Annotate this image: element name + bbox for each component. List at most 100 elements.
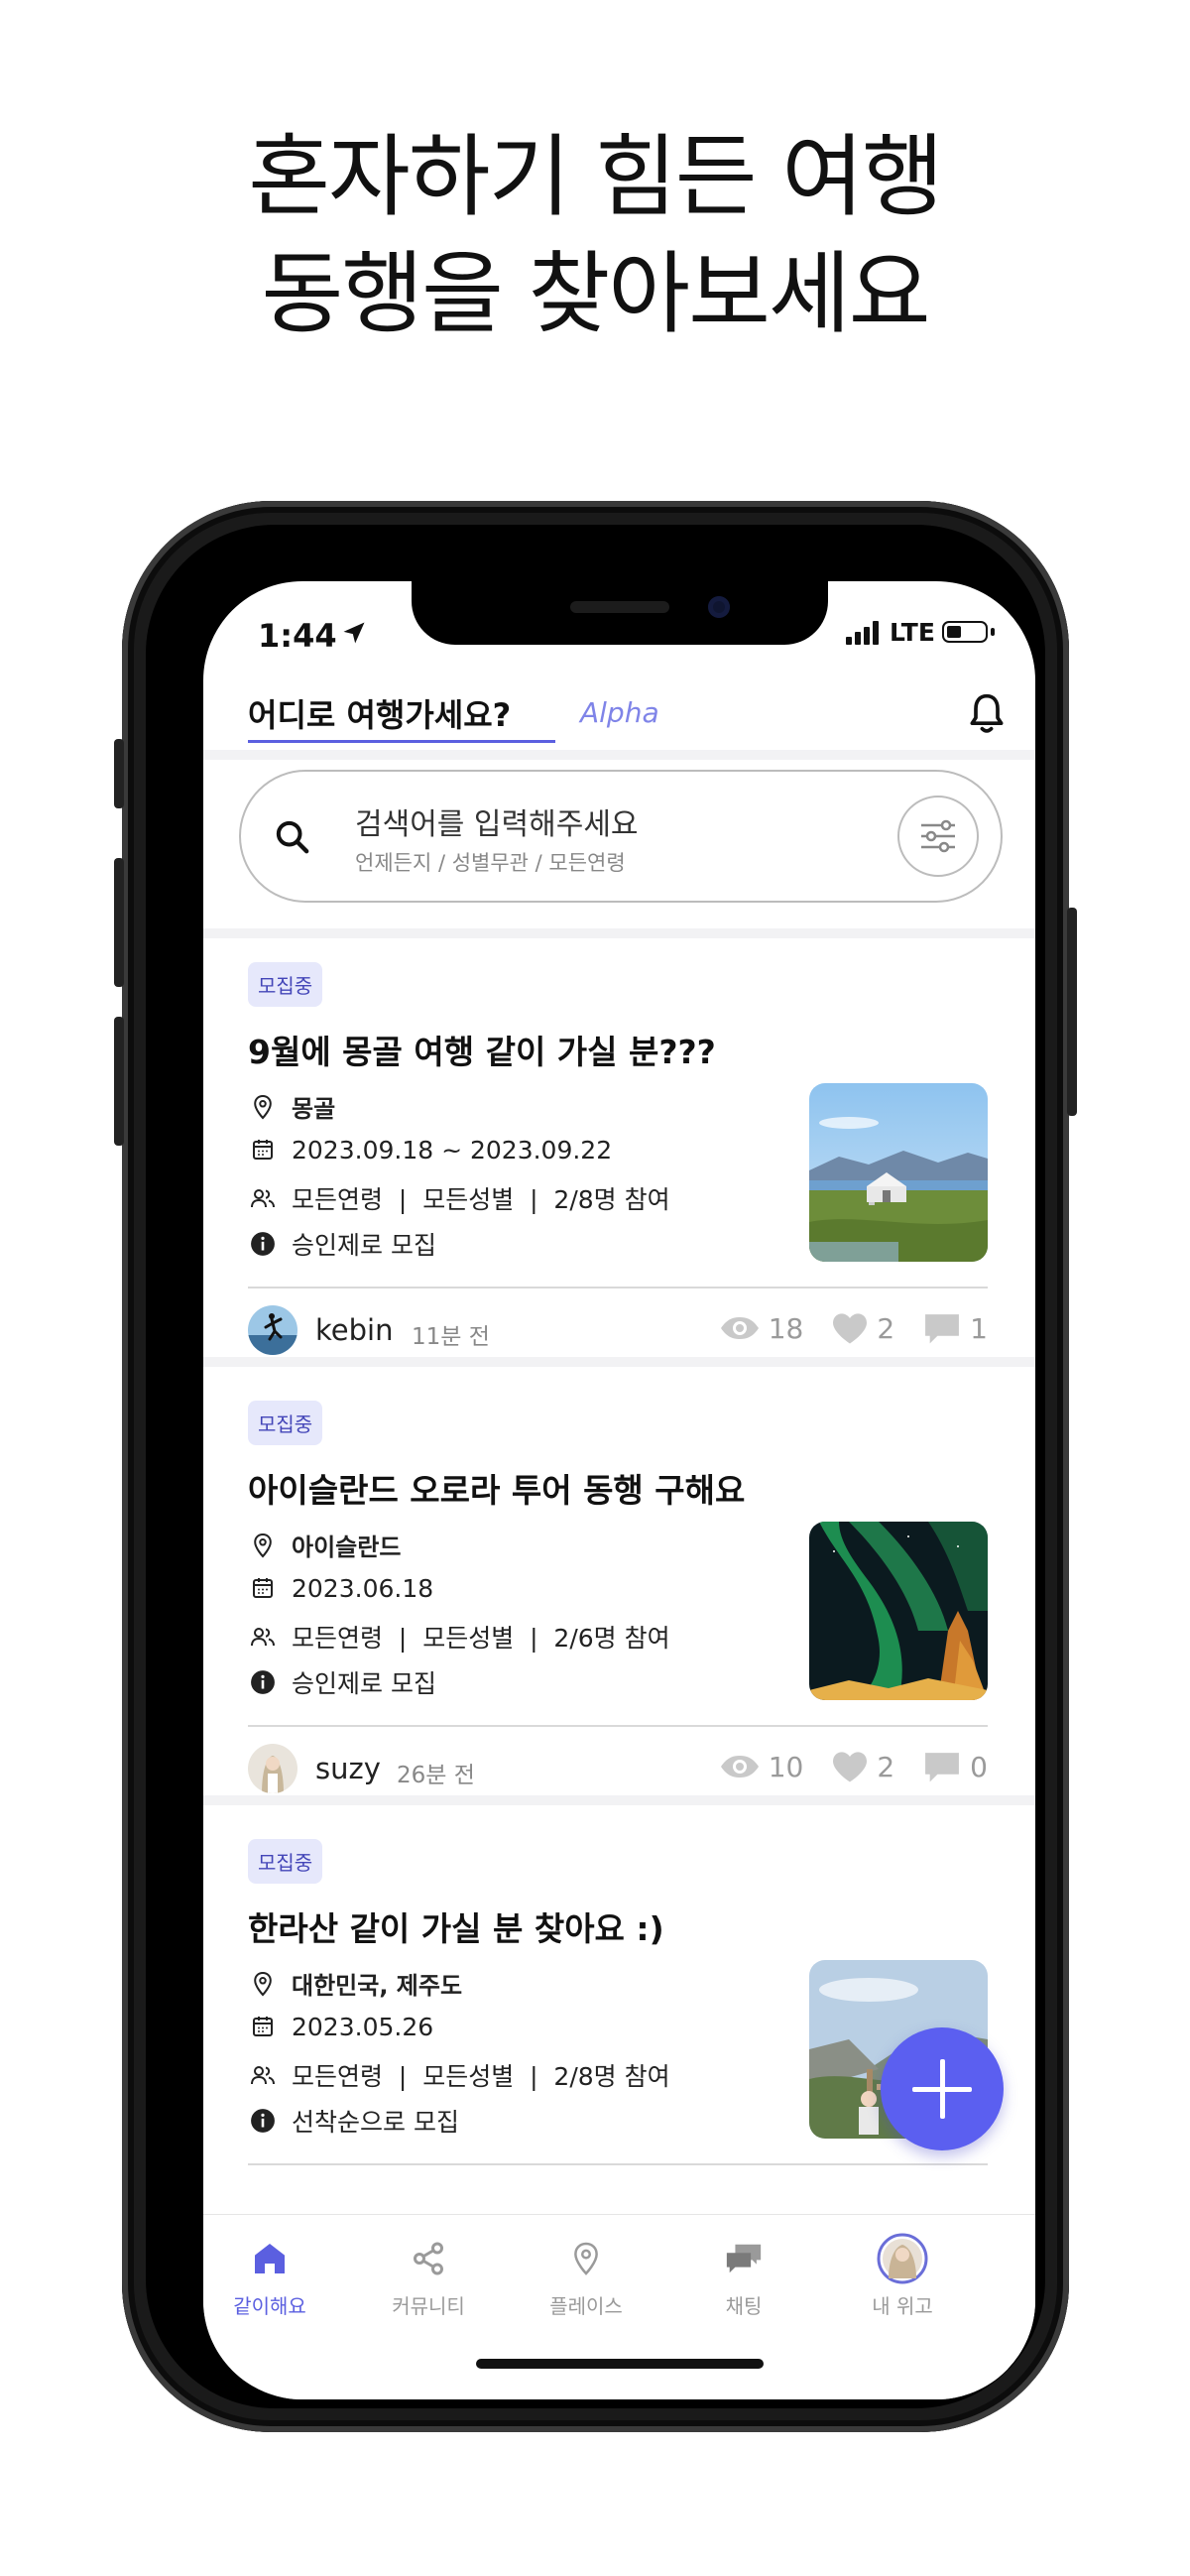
likes-count: 2 xyxy=(877,1750,895,1783)
author-row: kebin 11분 전 18 2 1 xyxy=(248,1305,988,1359)
location-text: 몽골 xyxy=(292,1095,336,1123)
recruit-text: 선착순으로 모집 xyxy=(292,2108,459,2137)
phone-frame: 1:44 LTE 어디로 여행가세요? Alpha 검색어를 입력해주세요 언제… xyxy=(114,501,1077,2432)
comments-count: 1 xyxy=(970,1311,988,1345)
search-bar[interactable]: 검색어를 입력해주세요 언제든지 / 성별무관 / 모든연령 xyxy=(239,770,1003,903)
divider xyxy=(248,1287,988,1288)
people-icon xyxy=(251,1189,275,1208)
side-button-volume-down xyxy=(114,1017,124,1146)
post-conditions: 모든연령 | 모든성별 | 2/8명 참여 xyxy=(248,2057,670,2093)
search-filter-summary: 언제든지 / 성별무관 / 모든연령 xyxy=(355,851,626,875)
post-dates: 2023.05.26 xyxy=(248,2012,433,2041)
post-card[interactable]: 모집중 한라산 같이 가실 분 찾아요 :) 대한민국, 제주도 2023.05… xyxy=(203,1821,1035,2234)
mongolia-photo xyxy=(809,1083,988,1262)
sliders-icon xyxy=(921,819,955,853)
divider xyxy=(203,1795,1035,1805)
promo-headline: 혼자하기 힘든 여행 동행을 찾아보세요 xyxy=(0,119,1190,353)
heart-icon[interactable] xyxy=(831,1311,869,1345)
dates-text: 2023.05.26 xyxy=(292,2012,434,2041)
views-count: 18 xyxy=(768,1311,804,1345)
create-post-button[interactable] xyxy=(881,2027,1004,2150)
app-screen: 1:44 LTE 어디로 여행가세요? Alpha 검색어를 입력해주세요 언제… xyxy=(203,581,1035,2399)
tab-my-wego[interactable]: 내 위고 xyxy=(838,2233,967,2319)
home-indicator[interactable] xyxy=(476,2359,764,2369)
filter-button[interactable] xyxy=(897,796,979,877)
author-avatar-image xyxy=(248,1305,298,1355)
dates-text: 2023.06.18 xyxy=(292,1573,434,1603)
info-icon xyxy=(251,1232,275,1256)
conditions-text: 모든연령 | 모든성별 | 2/8명 참여 xyxy=(292,1185,670,1214)
location-text: 아이슬란드 xyxy=(292,1533,402,1561)
post-stats: 18 2 1 xyxy=(691,1311,988,1345)
conditions-text: 모든연령 | 모든성별 | 2/8명 참여 xyxy=(292,2062,670,2091)
post-conditions: 모든연령 | 모든성별 | 2/8명 참여 xyxy=(248,1180,670,1216)
aurora-photo xyxy=(809,1522,988,1700)
comment-icon[interactable] xyxy=(922,1750,962,1783)
avatar[interactable] xyxy=(248,1305,298,1355)
divider xyxy=(248,2163,988,2165)
recruit-text: 승인제로 모집 xyxy=(292,1231,436,1260)
people-icon xyxy=(251,1628,275,1647)
post-recruit-type: 선착순으로 모집 xyxy=(248,2103,459,2139)
calendar-icon xyxy=(253,1140,273,1160)
divider xyxy=(203,1357,1035,1367)
author-name[interactable]: suzy xyxy=(315,1752,381,1785)
phone-bezel: 1:44 LTE 어디로 여행가세요? Alpha 검색어를 입력해주세요 언제… xyxy=(146,525,1045,2408)
search-input[interactable]: 검색어를 입력해주세요 xyxy=(355,799,639,843)
tab-place[interactable]: 플레이스 xyxy=(522,2235,651,2319)
map-pin-icon xyxy=(254,1533,272,1557)
tab-chat[interactable]: 채팅 xyxy=(679,2235,808,2319)
post-time: 26분 전 xyxy=(397,1763,475,1788)
post-thumbnail[interactable] xyxy=(809,1522,988,1700)
notch xyxy=(412,581,828,645)
post-thumbnail[interactable] xyxy=(809,1083,988,1262)
headline-line-2: 동행을 찾아보세요 xyxy=(261,242,930,346)
people-icon xyxy=(251,2066,275,2085)
title-underline xyxy=(248,740,555,743)
post-location: 대한민국, 제주도 xyxy=(248,1966,462,2001)
avatar[interactable] xyxy=(248,1744,298,1793)
calendar-icon xyxy=(253,2017,273,2036)
post-conditions: 모든연령 | 모든성별 | 2/6명 참여 xyxy=(248,1619,670,1655)
post-card[interactable]: 모집중 아이슬란드 오로라 투어 동행 구해요 아이슬란드 2023.06.18… xyxy=(203,1383,1035,1795)
post-time: 11분 전 xyxy=(412,1324,490,1350)
tab-label: 내 위고 xyxy=(872,2294,933,2318)
speaker xyxy=(570,601,669,613)
battery-cap xyxy=(991,628,995,636)
likes-count: 2 xyxy=(877,1311,895,1345)
info-icon xyxy=(251,2109,275,2133)
side-button-mute xyxy=(114,739,124,808)
heart-icon[interactable] xyxy=(831,1750,869,1783)
author-name[interactable]: kebin xyxy=(315,1313,393,1347)
location-arrow-icon xyxy=(343,622,365,644)
tab-label: 채팅 xyxy=(725,2294,763,2318)
views-count: 10 xyxy=(768,1750,804,1783)
post-title[interactable]: 아이슬란드 오로라 투어 동행 구해요 xyxy=(248,1464,745,1512)
post-title[interactable]: 한라산 같이 가실 분 찾아요 :) xyxy=(248,1902,664,1950)
side-button-volume-up xyxy=(114,858,124,987)
status-badge: 모집중 xyxy=(248,962,323,1007)
divider xyxy=(203,750,1035,760)
post-location: 아이슬란드 xyxy=(248,1528,401,1562)
post-recruit-type: 승인제로 모집 xyxy=(248,1226,436,1262)
eye-icon xyxy=(720,1317,759,1339)
post-recruit-type: 승인제로 모집 xyxy=(248,1664,436,1700)
comment-icon[interactable] xyxy=(922,1311,962,1345)
alpha-label: Alpha xyxy=(580,696,659,729)
tab-community[interactable]: 커뮤니티 xyxy=(364,2235,493,2319)
search-icon xyxy=(276,820,309,854)
post-dates: 2023.09.18 ~ 2023.09.22 xyxy=(248,1135,612,1165)
bell-icon[interactable] xyxy=(965,690,1009,738)
side-button-power xyxy=(1067,908,1077,1116)
author-avatar-image xyxy=(248,1744,298,1793)
chat-icon xyxy=(726,2244,762,2273)
avatar xyxy=(877,2233,928,2284)
post-location: 몽골 xyxy=(248,1089,335,1124)
map-pin-icon xyxy=(254,1971,272,1996)
home-icon xyxy=(255,2244,285,2273)
post-title[interactable]: 9월에 몽골 여행 같이 가실 분??? xyxy=(248,1026,716,1073)
tab-together[interactable]: 같이해요 xyxy=(205,2235,334,2319)
post-card[interactable]: 모집중 9월에 몽골 여행 같이 가실 분??? 몽골 2023.09.18 ~… xyxy=(203,944,1035,1357)
recruit-text: 승인제로 모집 xyxy=(292,1669,436,1698)
page-title[interactable]: 어디로 여행가세요? xyxy=(248,690,511,736)
